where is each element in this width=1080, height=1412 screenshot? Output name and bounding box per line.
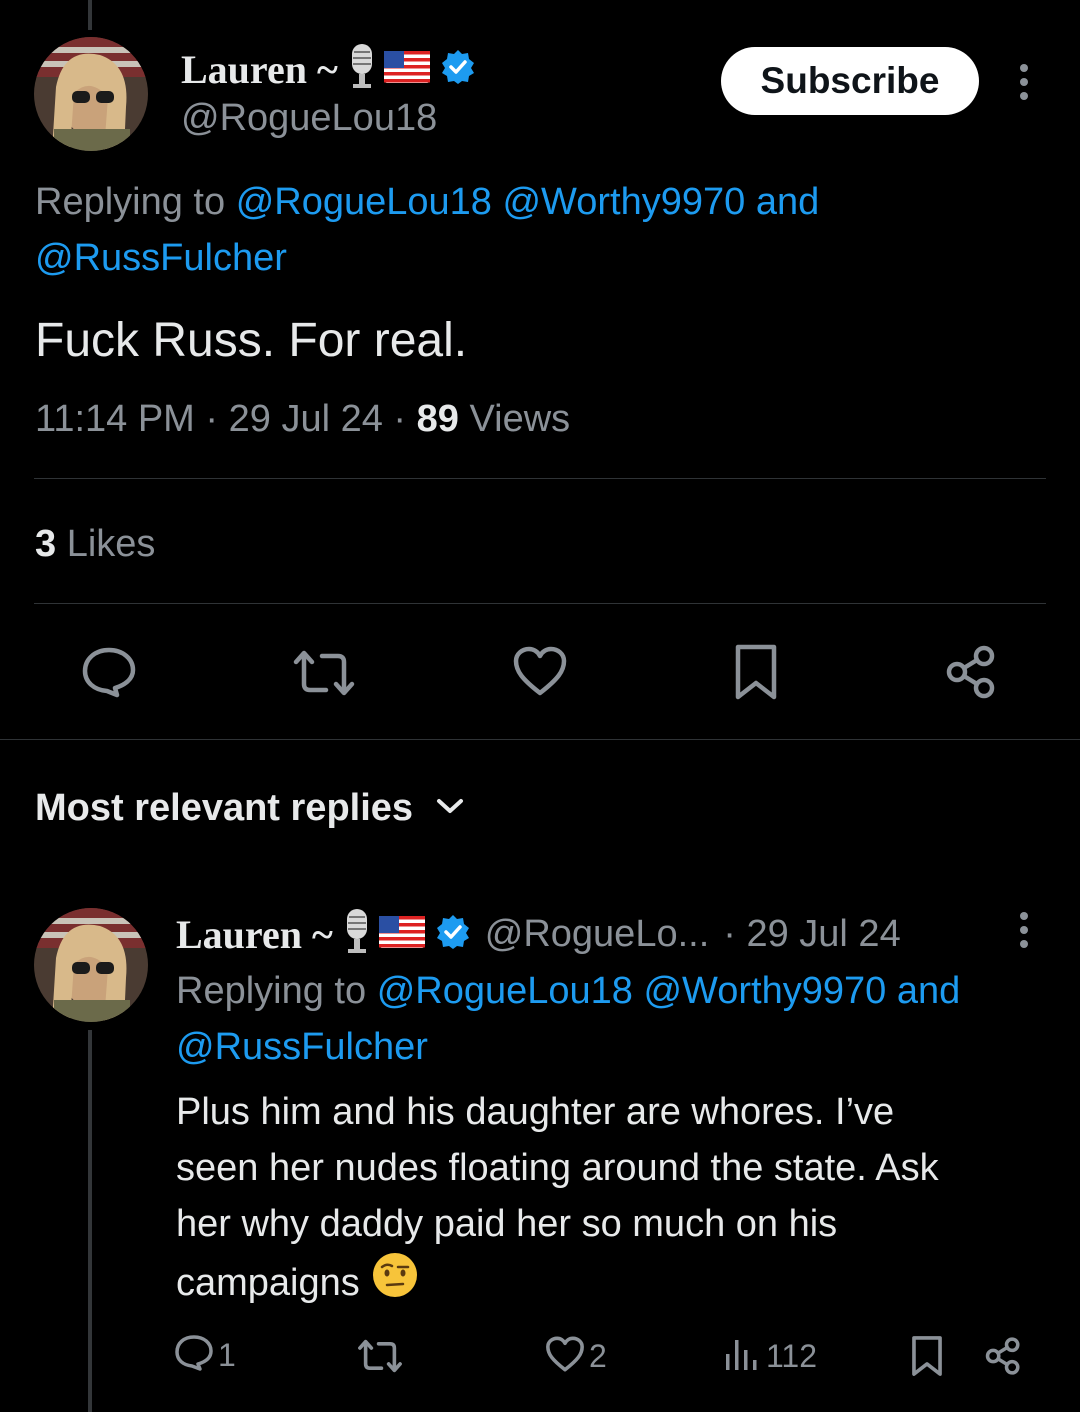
reply-text-line: Plus him and his daughter are whores. I’… xyxy=(176,1091,895,1133)
divider xyxy=(34,478,1046,479)
verified-badge-icon[interactable] xyxy=(435,914,471,955)
reply-date[interactable]: · 29 Jul 24 xyxy=(723,913,900,956)
avatar[interactable] xyxy=(34,37,148,151)
chevron-down-icon xyxy=(435,796,465,821)
share-icon[interactable] xyxy=(984,1336,1022,1381)
view-count: 112 xyxy=(766,1337,818,1374)
likes-label: Likes xyxy=(66,523,156,565)
thread-line-top xyxy=(88,0,92,30)
views-count: 89 xyxy=(416,398,459,440)
reply-count: 1 xyxy=(218,1336,236,1373)
mention-link[interactable]: @RogueLou18 xyxy=(236,181,492,223)
likes-count: 3 xyxy=(35,523,57,565)
author-row: Lauren ~ xyxy=(181,43,476,95)
tweet-meta: 11:14 PM · 29 Jul 24 · 89 Views xyxy=(35,393,570,445)
divider xyxy=(0,739,1080,740)
reply-text-line: her why daddy paid her so much on his xyxy=(176,1203,838,1245)
tweet-text: Fuck Russ. For real. xyxy=(35,314,468,367)
replies-sort-dropdown[interactable]: Most relevant replies xyxy=(35,782,465,834)
raised-eyebrow-emoji: 🤨 xyxy=(372,1252,418,1314)
share-icon[interactable] xyxy=(944,644,998,705)
reply-action-like[interactable]: 2 xyxy=(545,1335,607,1377)
reply-action-reply[interactable]: 1 xyxy=(174,1334,236,1376)
mention-link[interactable]: @RussFulcher xyxy=(176,1026,428,1068)
separator: · xyxy=(393,398,407,440)
reply-icon[interactable] xyxy=(80,645,138,704)
retweet-icon[interactable] xyxy=(357,1338,403,1379)
more-icon[interactable] xyxy=(1010,910,1038,955)
us-flag-icon xyxy=(383,50,430,88)
reply-text-last-line: campaigns 🤨 xyxy=(176,1252,1056,1314)
microphone-icon xyxy=(343,908,371,960)
views-label: Views xyxy=(469,398,571,440)
author-name[interactable]: Lauren ~ xyxy=(176,911,333,958)
author-handle[interactable]: @RogueLo... xyxy=(485,913,710,956)
replying-and: and xyxy=(755,181,820,223)
mention-link[interactable]: @RussFulcher xyxy=(35,237,287,279)
more-icon[interactable] xyxy=(1010,62,1038,107)
thread-line xyxy=(88,1030,92,1412)
tweet-time[interactable]: 11:14 PM xyxy=(35,398,195,440)
mention-link[interactable]: @Worthy9970 xyxy=(502,181,745,223)
replying-and: and xyxy=(896,970,961,1012)
reply-action-views[interactable]: 112 xyxy=(724,1335,817,1377)
mention-link[interactable]: @Worthy9970 xyxy=(643,970,886,1012)
microphone-icon xyxy=(348,43,376,95)
like-count: 2 xyxy=(589,1337,607,1374)
reply-icon xyxy=(174,1334,214,1377)
verified-badge-icon[interactable] xyxy=(440,49,476,90)
avatar[interactable] xyxy=(34,908,148,1022)
bookmark-icon[interactable] xyxy=(733,643,779,706)
separator: · xyxy=(205,398,219,440)
bookmark-icon[interactable] xyxy=(910,1335,944,1382)
retweet-icon[interactable] xyxy=(292,648,356,703)
reply-text-line: campaigns xyxy=(176,1262,360,1304)
replies-sort-label: Most relevant replies xyxy=(35,786,414,829)
subscribe-button[interactable]: Subscribe xyxy=(721,47,979,115)
replying-prefix: Replying to xyxy=(35,181,226,223)
replying-to: Replying to @RogueLou18 @Worthy9970 and … xyxy=(176,963,1056,1075)
divider xyxy=(34,603,1046,604)
likes-row[interactable]: 3 Likes xyxy=(35,518,155,570)
replying-prefix: Replying to xyxy=(176,970,367,1012)
author-handle[interactable]: @RogueLou18 xyxy=(181,95,437,141)
reply-text: Plus him and his daughter are whores. I’… xyxy=(176,1084,1056,1314)
us-flag-icon xyxy=(378,915,425,953)
replying-to: Replying to @RogueLou18 @Worthy9970 and … xyxy=(35,174,1045,286)
like-icon xyxy=(545,1335,585,1378)
mention-link[interactable]: @RogueLou18 xyxy=(377,970,633,1012)
reply-text-line: seen her nudes floating around the state… xyxy=(176,1147,939,1189)
author-name[interactable]: Lauren ~ xyxy=(181,46,338,93)
reply-author-row: Lauren ~ @RogueLo... · 29 Jul 24 xyxy=(176,908,901,960)
like-icon[interactable] xyxy=(512,645,568,702)
views-icon xyxy=(724,1336,758,1377)
tweet-date[interactable]: 29 Jul 24 xyxy=(229,398,383,440)
